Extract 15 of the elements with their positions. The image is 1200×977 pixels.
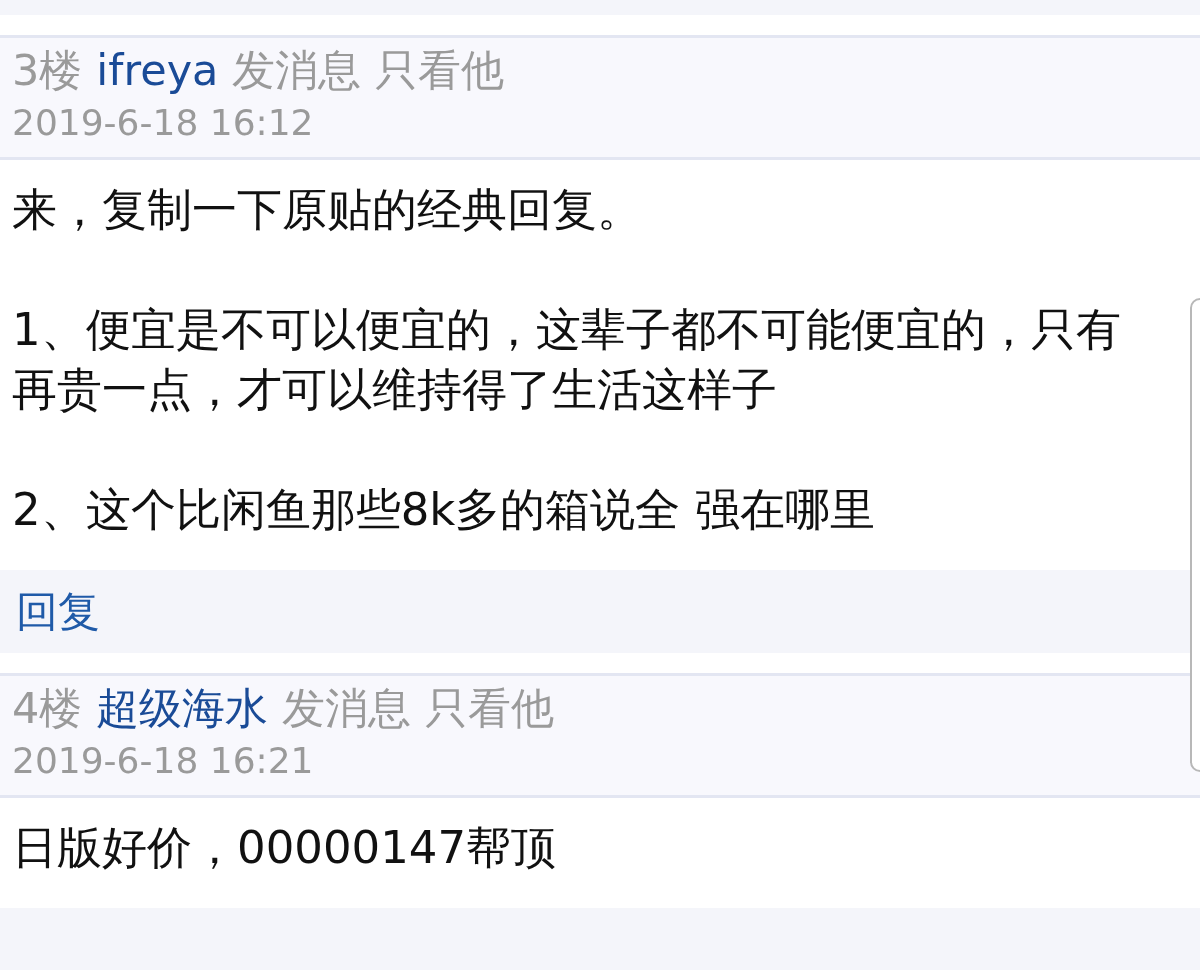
reply-link[interactable]: 回复	[16, 583, 100, 640]
action-link[interactable]: 发消息	[232, 42, 362, 98]
post-time: 2019-6-18 16:12	[12, 101, 314, 145]
action-link[interactable]: 只看他	[425, 680, 555, 736]
post-time: 2019-6-18 16:21	[12, 739, 314, 783]
floor-number: 3楼	[12, 44, 83, 97]
action-link[interactable]: 发消息	[282, 680, 412, 736]
post-text: 1、便宜是不可以便宜的，这辈子都不可能便宜的，只有再贵一点，才可以维持得了生活这样子	[12, 302, 1122, 418]
post-text: 日版好价，00000147帮顶	[12, 820, 558, 876]
author-link[interactable]: ifreya	[96, 42, 219, 98]
post-text: 来，复制一下原贴的经典回复。	[12, 182, 643, 238]
post-text: 2、这个比闲鱼那些8k多的箱说全 强在哪里	[12, 482, 876, 538]
action-link[interactable]: 只看他	[375, 42, 505, 98]
floor-number: 4楼	[12, 682, 83, 735]
author-link[interactable]: 超级海水	[96, 680, 269, 736]
